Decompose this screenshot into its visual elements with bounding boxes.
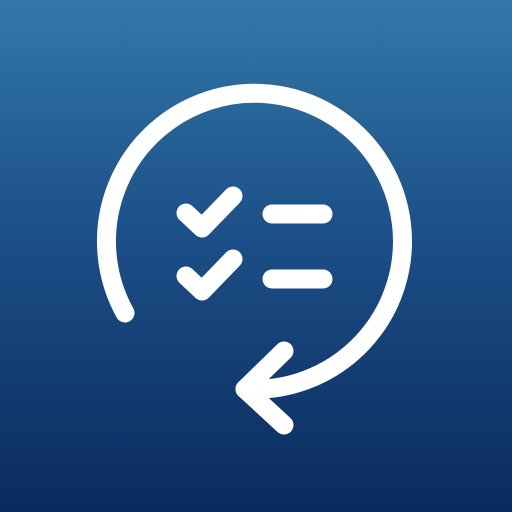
recurring-checklist-app-icon	[0, 0, 512, 512]
checkmark-icon	[176, 249, 243, 301]
circular-arrow-icon	[97, 83, 412, 399]
recurring-checklist-icon	[97, 83, 412, 435]
checkmark-icon	[176, 186, 243, 238]
